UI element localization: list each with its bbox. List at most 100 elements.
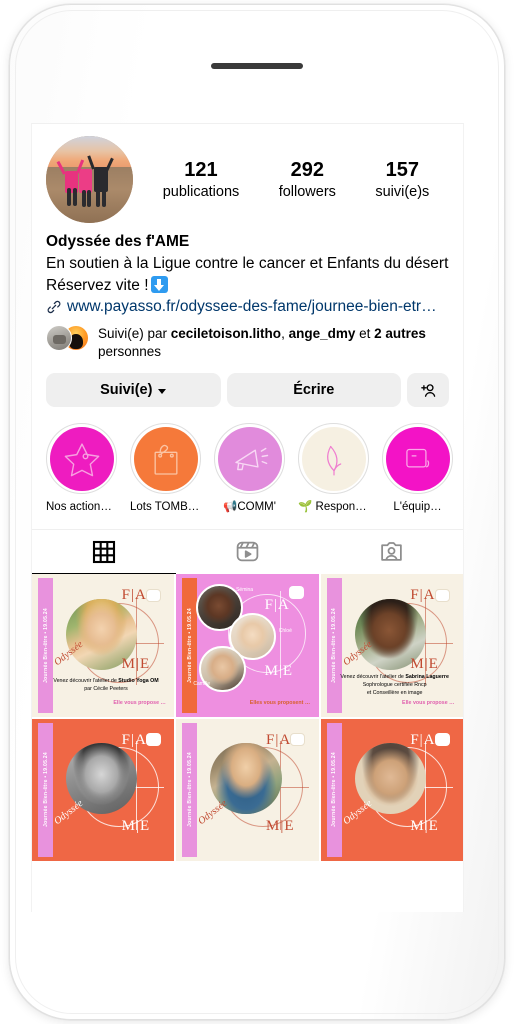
avatar[interactable] <box>46 136 133 223</box>
post-cta: Elle vous propose … <box>113 699 166 706</box>
followed-by-text: Suivi(e) par ceciletoison.litho, ange_dm… <box>98 323 449 361</box>
add-person-button[interactable] <box>407 373 449 408</box>
highlight-comm[interactable]: 📢COMM' <box>214 423 285 515</box>
brand-me: M|E <box>121 818 151 835</box>
brand-fa: F|A <box>121 731 147 748</box>
highlight-lots-tombola[interactable]: Lots TOMBOLA <box>130 423 201 515</box>
caption-sub-2: et Conseillère en image <box>366 689 423 696</box>
brand-fa: F|A <box>264 597 290 614</box>
highlight-ring <box>46 423 117 495</box>
highlight-responsabilite[interactable]: 🌱 Responsa… <box>298 423 369 515</box>
star-icon <box>64 443 99 477</box>
profile-action-buttons: Suivi(e) Écrire <box>32 361 463 408</box>
caption-sub: par Cécile Peeters <box>84 686 128 693</box>
brand-logo-square <box>434 588 450 602</box>
post-artwork: Sémina Chloé Camille F|A M|E Elles vous … <box>176 574 318 716</box>
post-cta: Elle vous propose … <box>402 699 455 706</box>
post-caption: Venez découvrir l'atelier de Sabrina Lag… <box>332 674 457 698</box>
highlight-label: 🌱 Responsa… <box>298 501 369 514</box>
highlight-ring <box>382 423 453 495</box>
tab-tagged[interactable] <box>319 530 463 574</box>
followed-by-sep: , <box>281 326 289 341</box>
bio-link-text[interactable]: www.payasso.fr/odyssee-des-fame/journee-… <box>67 298 437 316</box>
brand-me: M|E <box>410 818 439 835</box>
stat-publications[interactable]: 121 publications <box>163 158 240 202</box>
bio-line-1: En soutien à la Ligue contre le cancer e… <box>46 255 449 272</box>
highlight-cover <box>301 426 366 491</box>
brand-fa: F|A <box>121 587 147 604</box>
profile-bio: Odyssée des f'AME En soutien à la Ligue … <box>32 229 463 316</box>
story-highlights[interactable]: Nos actions 💗 Lots TOMBOLA <box>32 407 463 515</box>
brand-me: M|E <box>264 662 294 679</box>
mutual-avatar-1 <box>46 325 72 351</box>
bio-link-row[interactable]: www.payasso.fr/odyssee-des-fame/journee-… <box>46 298 449 316</box>
post-caption: Venez découvrir l'atelier de Studio Yoga… <box>43 678 168 694</box>
stat-followers[interactable]: 292 followers <box>279 158 336 202</box>
caption-prefix: Venez découvrir l'atelier de <box>53 678 119 685</box>
grid-icon <box>92 540 115 563</box>
profile-header: 121 publications 292 followers 157 suivi… <box>32 124 463 229</box>
shopping-bag-icon <box>154 444 177 475</box>
stat-label: suivi(e)s <box>375 183 430 200</box>
highlight-cover <box>49 426 114 491</box>
highlight-label: 📢COMM' <box>223 501 276 514</box>
profile-display-name: Odyssée des f'AME <box>46 233 190 250</box>
mutual-user-2[interactable]: ange_dmy <box>289 326 356 341</box>
bio-line-2: Réservez vite ! <box>46 277 149 294</box>
avatar-leg-1 <box>66 188 71 207</box>
brand-me: M|E <box>265 818 295 835</box>
stat-value: 121 <box>184 158 218 181</box>
tab-reels[interactable] <box>176 530 320 574</box>
highlight-lequipe[interactable]: L'équip… <box>382 423 453 515</box>
earpiece-speaker-icon <box>211 63 303 69</box>
highlight-ring <box>130 423 201 495</box>
caption-highlight: Sabrina Laguerre <box>405 674 449 680</box>
followed-by-others-count[interactable]: 2 autres <box>374 326 426 341</box>
brand-logo-square <box>288 585 304 599</box>
avatar-leg-4 <box>86 189 91 207</box>
tab-grid[interactable] <box>32 530 176 575</box>
profile-tabs <box>32 529 463 575</box>
post-thumbnail[interactable]: Journée Bien-être • 19.05.24 F|A M|E Ody… <box>32 718 175 862</box>
post-name-3: Camille <box>193 681 211 688</box>
brand-fa: F|A <box>410 731 436 748</box>
caption-sub: Sophrologue certifiée Rncp <box>362 681 427 688</box>
chevron-down-icon <box>158 388 167 394</box>
highlight-cover <box>133 426 198 491</box>
followed-by-row[interactable]: Suivi(e) par ceciletoison.litho, ange_dm… <box>32 316 463 361</box>
highlight-nos-actions[interactable]: Nos actions 💗 <box>46 423 117 515</box>
brand-fa: F|A <box>410 587 436 604</box>
chain-link-icon <box>47 300 61 314</box>
down-arrow-emoji <box>150 276 168 293</box>
post-thumbnail[interactable]: Journée Bien-être • 19.05.24 F|A M|E Ody… <box>32 574 175 717</box>
highlight-label: Nos actions 💗 <box>46 501 117 514</box>
stat-label: publications <box>162 183 240 200</box>
highlight-cover <box>385 426 450 491</box>
post-name-2: Chloé <box>278 628 292 635</box>
megaphone-icon <box>234 447 268 471</box>
post-cta: Elles vous proposent … <box>249 699 311 706</box>
avatar-leg-3 <box>81 189 86 207</box>
stat-value: 292 <box>290 158 324 181</box>
post-thumbnail[interactable]: Journée Bien-être • 19.05.24 Sémina Chlo… <box>176 574 319 717</box>
followed-by-suffix: personnes <box>98 344 162 360</box>
brand-logo-square <box>434 732 450 746</box>
highlight-label: L'équip… <box>393 501 442 514</box>
following-button[interactable]: Suivi(e) <box>46 373 221 408</box>
message-button-label: Écrire <box>293 382 335 399</box>
photo-frame-icon <box>405 448 429 468</box>
post-thumbnail[interactable]: Journée Bien-être • 19.05.24 F|A M|E Ody… <box>320 718 463 862</box>
reels-icon <box>236 542 259 562</box>
avatar-leg-2 <box>72 188 77 207</box>
caption-highlight: Studio Yoga OM <box>118 678 159 685</box>
brand-logo-square <box>145 588 161 602</box>
post-thumbnail[interactable]: Journée Bien-être • 19.05.24 F|A M|E Ody… <box>176 718 319 862</box>
post-thumbnail[interactable]: Journée Bien-être • 19.05.24 F|A M|E Ody… <box>320 574 463 717</box>
post-grid: Journée Bien-être • 19.05.24 F|A M|E Ody… <box>32 574 463 862</box>
avatar-leg-6 <box>101 189 106 208</box>
brand-logo-square <box>145 732 161 746</box>
message-button[interactable]: Écrire <box>226 373 401 408</box>
stat-following[interactable]: 157 suivi(e)s <box>375 158 429 202</box>
followed-by-middle: et <box>355 326 375 341</box>
mutual-user-1[interactable]: ceciletoison.litho <box>171 326 281 341</box>
